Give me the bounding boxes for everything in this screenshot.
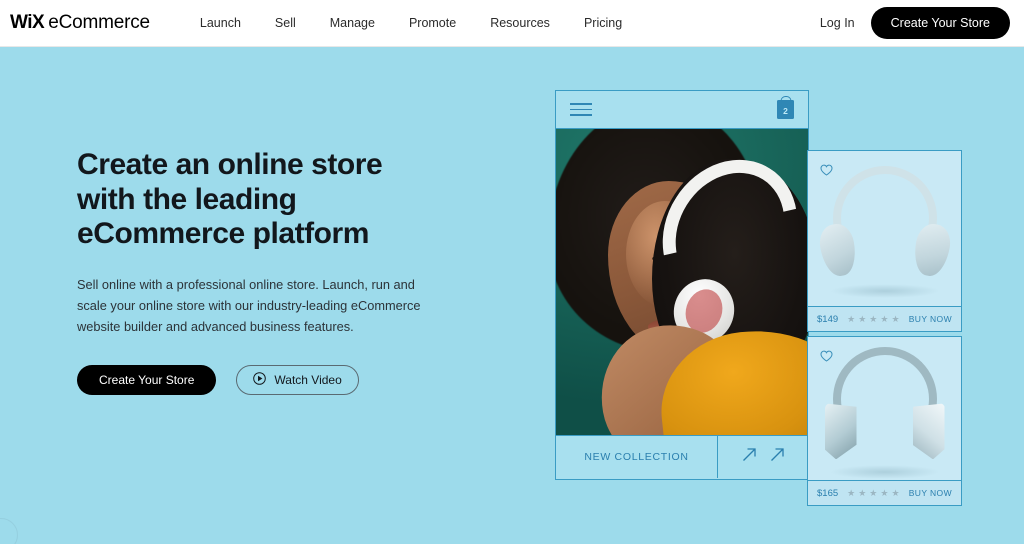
arrow-up-right-icon[interactable] <box>769 446 786 468</box>
phone-mockup: 2 NEW COLLECTION <box>555 90 809 480</box>
hamburger-line <box>570 103 592 105</box>
product-image <box>808 337 961 480</box>
heart-icon[interactable] <box>820 349 833 367</box>
star-icon: ★ <box>880 487 889 498</box>
product-meta: $149 ★ ★ ★ ★ ★ BUY NOW <box>808 306 961 331</box>
main-nav: Launch Sell Manage Promote Resources Pri… <box>183 16 639 30</box>
product-image <box>808 151 961 306</box>
header-create-store-button[interactable]: Create Your Store <box>870 7 1010 39</box>
header-actions: Log In Create Your Store <box>820 7 1010 39</box>
hero-content: Create an online store with the leading … <box>77 148 477 395</box>
star-icon: ★ <box>891 487 900 498</box>
hero-description: Sell online with a professional online s… <box>77 276 421 334</box>
phone-bottombar: NEW COLLECTION <box>556 435 808 478</box>
nav-item-sell[interactable]: Sell <box>258 16 313 30</box>
hamburger-icon[interactable] <box>570 103 592 116</box>
headphones-graphic <box>824 347 945 480</box>
cart-count-badge: 2 <box>783 105 788 116</box>
buy-now-button[interactable]: BUY NOW <box>909 488 952 498</box>
hamburger-line <box>570 108 592 111</box>
star-icon: ★ <box>858 313 867 324</box>
site-header: WiX eCommerce Launch Sell Manage Promote… <box>0 0 1024 47</box>
arrow-up-right-icon[interactable] <box>741 446 758 468</box>
nav-item-launch[interactable]: Launch <box>183 16 258 30</box>
product-card[interactable]: $149 ★ ★ ★ ★ ★ BUY NOW <box>807 150 962 332</box>
star-icon: ★ <box>847 487 856 498</box>
nav-item-promote[interactable]: Promote <box>392 16 473 30</box>
star-icon: ★ <box>869 487 878 498</box>
product-price: $165 <box>817 487 839 499</box>
buy-now-button[interactable]: BUY NOW <box>909 314 952 324</box>
carousel-arrows <box>718 436 808 478</box>
logo-ecommerce-text: eCommerce <box>48 12 150 33</box>
nav-item-manage[interactable]: Manage <box>313 16 392 30</box>
headline-line-1: Create an online store <box>77 148 383 181</box>
hamburger-line <box>570 114 592 116</box>
rating-stars: ★ ★ ★ ★ ★ <box>847 313 900 324</box>
wix-ecommerce-logo[interactable]: WiX eCommerce <box>10 12 150 34</box>
page-title: Create an online store with the leading … <box>77 148 477 252</box>
hero-cta-row: Create Your Store Watch Video <box>77 364 477 395</box>
nav-item-resources[interactable]: Resources <box>473 16 567 30</box>
log-in-link[interactable]: Log In <box>820 16 855 30</box>
star-icon: ★ <box>869 313 878 324</box>
headphones-shadow <box>829 283 940 298</box>
product-meta: $165 ★ ★ ★ ★ ★ BUY NOW <box>808 480 961 505</box>
headline-line-2: with the leading <box>77 182 297 216</box>
create-store-button[interactable]: Create Your Store <box>77 364 217 395</box>
logo-wix-text: WiX <box>10 12 45 33</box>
product-price: $149 <box>817 313 839 325</box>
headphones-shadow <box>829 465 940 480</box>
star-icon: ★ <box>880 313 889 324</box>
headline-line-3: eCommerce platform <box>77 217 369 250</box>
heart-icon[interactable] <box>820 163 833 181</box>
hero-photo <box>556 129 808 435</box>
watch-video-label: Watch Video <box>274 372 342 387</box>
play-icon <box>253 371 267 388</box>
rating-stars: ★ ★ ★ ★ ★ <box>847 487 900 498</box>
new-collection-link[interactable]: NEW COLLECTION <box>556 436 718 478</box>
headphones-earcup-left <box>824 403 857 460</box>
chat-widget-icon[interactable] <box>0 518 18 544</box>
headphones-earcup-right <box>912 403 945 460</box>
shopping-bag-icon[interactable]: 2 <box>777 100 794 119</box>
nav-item-pricing[interactable]: Pricing <box>567 16 639 30</box>
headphones-graphic <box>816 165 953 298</box>
star-icon: ★ <box>847 313 856 324</box>
product-card[interactable]: $165 ★ ★ ★ ★ ★ BUY NOW <box>807 336 962 506</box>
phone-topbar: 2 <box>556 91 808 129</box>
page-root: WiX eCommerce Launch Sell Manage Promote… <box>0 0 1024 544</box>
star-icon: ★ <box>891 313 900 324</box>
star-icon: ★ <box>858 487 867 498</box>
watch-video-button[interactable]: Watch Video <box>236 364 359 395</box>
